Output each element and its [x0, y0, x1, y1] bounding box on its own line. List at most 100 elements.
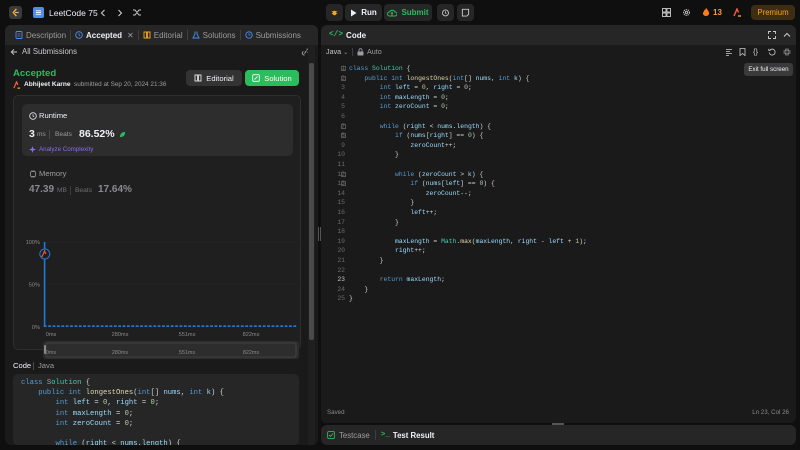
run-label: Run — [361, 8, 377, 17]
auto-mode-label[interactable]: Auto — [367, 47, 382, 56]
language-select[interactable]: Java ⌄ — [326, 47, 348, 56]
chart-bar — [157, 325, 161, 327]
code-section-lang: Java — [38, 361, 55, 370]
solution-button[interactable]: Solution — [245, 70, 299, 86]
alarm-button[interactable] — [437, 4, 454, 21]
runtime-beats-label: Beats — [55, 131, 72, 138]
chart-bar — [284, 325, 288, 327]
chart-bar — [78, 325, 82, 327]
chart-bar — [65, 325, 69, 327]
tab-editorial[interactable]: Editorial — [139, 25, 187, 45]
tab-solutions-label: Solutions — [202, 30, 236, 40]
left-scrollbar-thumb[interactable] — [309, 63, 314, 340]
chart-bar — [83, 325, 86, 327]
line-number: 24 — [337, 285, 345, 293]
submitter-name[interactable]: Abhijeet Karne — [24, 81, 71, 88]
fire-icon[interactable] — [702, 7, 710, 17]
fold-toggle-icon[interactable] — [341, 181, 346, 187]
memory-card[interactable]: Memory 47.39 MB Beats 17.64% — [22, 162, 293, 202]
tab-accepted[interactable]: Accepted ✕ — [71, 25, 138, 45]
code-line: int left = 0, right = 0; — [379, 84, 472, 92]
line-number: 3 — [341, 84, 345, 92]
editorial-button[interactable]: Editorial — [186, 70, 242, 86]
code-line: } — [349, 257, 384, 264]
fold-toggle-icon[interactable] — [341, 133, 346, 139]
leaf-icon — [119, 131, 126, 138]
tab-test-result[interactable]: >_ Test Result — [381, 431, 435, 440]
chevron-up-icon[interactable] — [783, 31, 791, 39]
line-number: 22 — [337, 266, 345, 274]
tab-testcase[interactable]: Testcase — [327, 431, 370, 440]
list-icon[interactable] — [33, 7, 44, 18]
chart-bar — [197, 325, 200, 327]
x-tick-label: 551ms — [179, 332, 196, 338]
reset-icon[interactable] — [768, 48, 776, 56]
top-bar: LeetCode 75 Run Submit 13 Premium — [0, 0, 800, 25]
chart-bar — [109, 325, 113, 327]
code-lang-divider — [33, 362, 34, 370]
tab-solutions[interactable]: Solutions — [188, 25, 240, 45]
code-line: public int longestOnes(int[] nums, int k… — [364, 74, 530, 82]
checkbox-icon — [327, 431, 335, 439]
chart-bar — [56, 325, 60, 327]
line-number: 21 — [337, 257, 345, 264]
chart-bar — [135, 325, 139, 327]
submitted-code-block[interactable]: class Solution { public int longestOnes(… — [13, 374, 299, 445]
runtime-distribution-chart[interactable]: 100% 50% 0% 0ms 280ms 551ms 822ms 0ms 280ms 551ms… — [14, 204, 302, 364]
memory-unit: MB — [57, 187, 67, 194]
y-tick-label: 0% — [32, 325, 40, 331]
exit-fullscreen-icon[interactable] — [783, 48, 791, 56]
code-icon: </> — [329, 31, 344, 39]
scrubber-tick-label: 551ms — [179, 350, 195, 356]
premium-button[interactable]: Premium — [751, 5, 795, 20]
chevron-left-icon[interactable] — [98, 8, 107, 17]
chevron-right-icon[interactable] — [115, 8, 124, 17]
tab-description[interactable]: Description — [11, 25, 70, 45]
chart-bar — [87, 325, 91, 327]
chart-bar — [131, 325, 135, 327]
tab-submissions-label: Submissions — [255, 30, 301, 40]
leetcode-logo-icon[interactable] — [9, 6, 22, 19]
close-icon[interactable]: ✕ — [127, 31, 134, 40]
gear-icon[interactable] — [682, 8, 691, 17]
bookmark-icon[interactable] — [739, 48, 746, 56]
run-button[interactable]: Run — [345, 4, 382, 21]
fold-toggle-icon[interactable] — [341, 171, 346, 177]
maximize-icon[interactable] — [768, 31, 776, 39]
code-line: while (right < nums.length) { — [55, 440, 181, 445]
line-number: 10 — [337, 151, 345, 159]
left-scrollbar[interactable] — [308, 45, 315, 445]
chart-bar — [205, 325, 209, 327]
tab-submissions[interactable]: Submissions — [241, 25, 305, 45]
layout-icon[interactable] — [662, 8, 671, 17]
chart-bar — [254, 325, 257, 327]
notes-button[interactable] — [457, 4, 474, 21]
all-submissions-link[interactable]: All Submissions — [22, 47, 77, 56]
tab-accepted-label: Accepted — [86, 30, 123, 40]
problem-list-title[interactable]: LeetCode 75 — [49, 8, 98, 18]
shuffle-icon[interactable] — [132, 8, 142, 17]
fold-toggle-icon[interactable] — [341, 75, 346, 81]
debug-button[interactable] — [326, 4, 343, 21]
fold-toggle-icon[interactable] — [341, 123, 346, 129]
line-number: 15 — [337, 199, 345, 207]
chart-bar — [70, 325, 73, 327]
runtime-card[interactable]: Runtime 3 ms Beats 86.52% Analyze Comple… — [22, 104, 293, 156]
tab-description-label: Description — [26, 30, 67, 40]
avatar[interactable] — [733, 8, 742, 17]
arrow-left-icon[interactable] — [9, 48, 18, 56]
analyze-complexity-link[interactable]: Analyze Complexity — [39, 146, 93, 153]
tab-code[interactable]: </> Code — [325, 25, 370, 45]
left-tab-bar: Description Accepted ✕ Editorial Solutio… — [5, 25, 318, 45]
line-number: 20 — [337, 247, 345, 255]
x-tick-label: 0ms — [46, 332, 57, 338]
fold-toggle-icon[interactable] — [341, 66, 346, 71]
submit-button[interactable]: Submit — [384, 4, 432, 21]
chart-bar — [162, 325, 165, 327]
chart-bar — [280, 325, 284, 327]
chart-bar — [122, 325, 126, 327]
format-icon[interactable] — [725, 48, 733, 56]
braces-icon[interactable]: {} — [753, 47, 758, 56]
sparkle-icon — [29, 146, 36, 153]
code-editor[interactable]: 1 class Solution {2 public int longestOne… — [321, 63, 741, 303]
